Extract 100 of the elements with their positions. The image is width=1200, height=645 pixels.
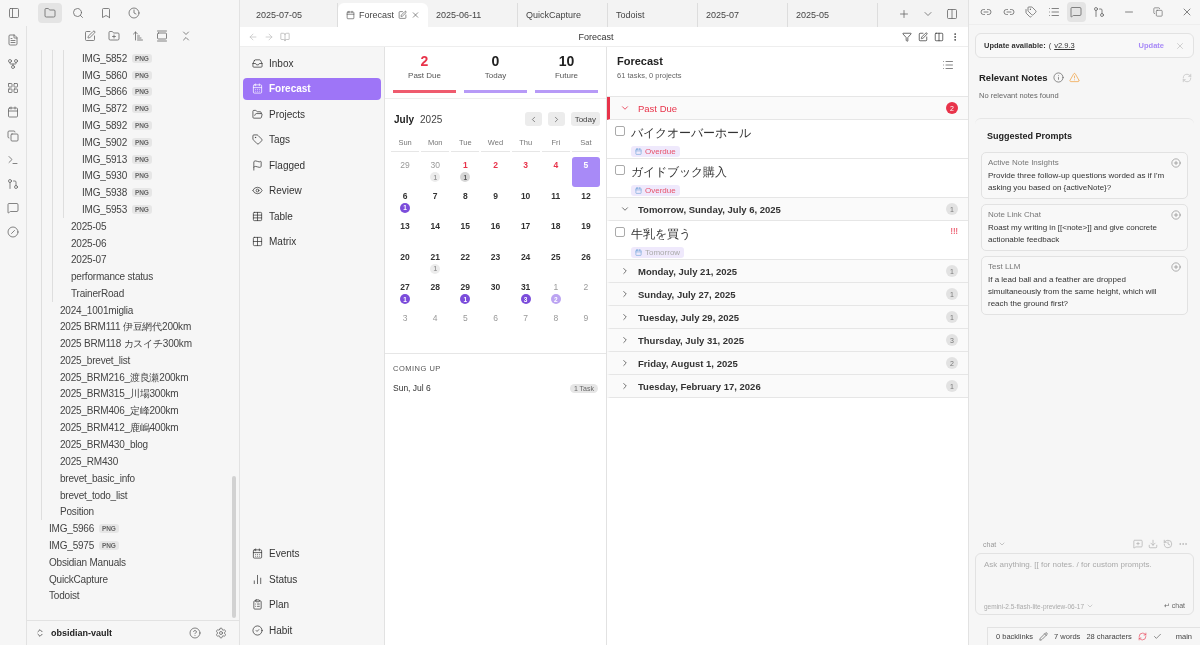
stat-card[interactable]: 10 Future (535, 53, 598, 93)
file-tree-item[interactable]: performance status (63, 268, 239, 286)
tab[interactable]: 2025-07 (698, 3, 788, 27)
stat-label: Today (484, 71, 507, 80)
file-tree-item[interactable]: brevet_todo_list (52, 486, 239, 504)
chat-tab[interactable] (1067, 2, 1086, 22)
bookmark-icon (100, 7, 112, 19)
file-tree-item[interactable]: QuickCapture (41, 570, 239, 588)
tab[interactable]: Forecast (338, 3, 428, 27)
task-title[interactable]: 牛乳を買う (631, 226, 691, 243)
calendar-day[interactable]: 9 (481, 187, 510, 218)
calendar-day[interactable]: 28 (421, 279, 450, 309)
file-tree-item[interactable]: 2025_RM430 (52, 453, 239, 470)
prompt-card[interactable]: Test LLM If a lead ball and a feather are dropped simultaneously from the same height, which will reach the ground first? (981, 256, 1188, 316)
nav-item[interactable]: Flagged (243, 154, 381, 176)
file-tree-item[interactable]: brevet_basic_info (52, 469, 239, 487)
file-tree-item[interactable]: Position (52, 503, 239, 521)
task-checkbox[interactable] (615, 227, 625, 237)
task-checkbox[interactable] (615, 165, 625, 175)
nav-item[interactable]: Status (243, 568, 381, 590)
calendar-day[interactable]: 18 (541, 218, 570, 248)
calendar-day[interactable]: 4 (541, 157, 570, 187)
nav-item[interactable]: Events (243, 542, 381, 565)
calendar-day[interactable]: 22 (451, 248, 480, 279)
nav-item[interactable]: Review (243, 179, 381, 202)
calendar-day[interactable]: 19 (571, 218, 600, 248)
nav-item[interactable]: Inbox (243, 52, 381, 74)
file-tree-item[interactable]: 2025-05 (63, 217, 239, 235)
file-tree-item[interactable]: 2025_BRM406_定峰200km (52, 402, 239, 420)
today-button[interactable]: Today (570, 112, 600, 126)
calendar-day[interactable]: 30 (481, 279, 510, 309)
calendar-day[interactable]: 3 (511, 157, 540, 187)
tab[interactable]: QuickCapture (518, 3, 608, 27)
nav-item[interactable]: Habit (243, 619, 381, 641)
inbox-icon (252, 57, 263, 69)
prompt-text: If a lead ball and a feather are dropped simultaneously from the same height, which will reach the ground first? (988, 274, 1158, 310)
add-icon (1171, 210, 1181, 221)
prompt-card[interactable]: Active Note Insights Provide three follow-up questions worded as if I'm asking you based on {activeNote}? (981, 152, 1188, 200)
panel-icon (156, 30, 168, 42)
file-tree-item[interactable]: 2024_1001miglia (52, 301, 239, 319)
coming-up-date[interactable]: Sun, Jul 6 (393, 383, 431, 393)
calendar-day[interactable]: 8 (451, 187, 480, 218)
file-tree-item[interactable]: 2025 BRM111 伊豆網代200km (52, 318, 239, 336)
forward-icon (264, 31, 274, 42)
calendar-day[interactable]: 26 (571, 248, 600, 279)
stat-card[interactable]: 2 Past Due (393, 53, 456, 93)
close-icon (411, 10, 420, 20)
folder-tab[interactable] (38, 3, 62, 23)
file-tree-item[interactable]: 2025_brevet_list (52, 352, 239, 370)
file-tree-item[interactable]: 2025-07 (63, 251, 239, 269)
calendar-day[interactable]: 13 (391, 218, 420, 248)
calendar-day[interactable]: 14 (421, 218, 450, 248)
calendar-day[interactable]: 15 (451, 218, 480, 248)
task-checkbox[interactable] (615, 126, 625, 136)
calendar-day[interactable]: 16 (481, 218, 510, 248)
prompt-card[interactable]: Note Link Chat Roast my writing in [[<note>]] and give concrete actionable feedback (981, 204, 1188, 252)
calendar-day[interactable]: 10 (511, 187, 540, 218)
task-title[interactable]: ガイドブック購入 (631, 164, 727, 181)
stat-label: Future (554, 71, 579, 80)
vault-name[interactable]: obsidian-vault (51, 628, 179, 638)
file-tree-item[interactable]: 2025 BRM118 カスイチ300km (52, 335, 239, 353)
scrollbar[interactable] (232, 476, 236, 618)
tab[interactable]: 2025-06-11 (428, 3, 518, 27)
file-tree-item[interactable]: 2025-06 (63, 234, 239, 252)
file-tree-item[interactable]: 2025_BRM216_渡良瀬200km (52, 369, 239, 386)
file-tree-item[interactable]: Obsidian Manuals (41, 553, 239, 571)
calendar-day[interactable]: 20 (391, 248, 420, 279)
prompt-text: Provide three follow-up questions worded as if I'm asking you based on {activeNote}? (988, 170, 1166, 194)
file-tree-item[interactable]: 2025_BRM412_鹿嶋400km (52, 419, 239, 437)
nav-item[interactable]: Table (243, 205, 381, 227)
pencil-icon (1039, 632, 1049, 641)
tab[interactable]: Todoist (608, 3, 698, 27)
calendar-day[interactable]: 17 (511, 218, 540, 248)
stat-card[interactable]: 0 Today (464, 53, 527, 93)
tab[interactable]: 2025-05 (788, 3, 878, 27)
calendar-day[interactable]: 7 (421, 187, 450, 218)
next-month-button[interactable] (547, 112, 565, 126)
file-tree-item[interactable]: 2025_BRM315_川場300km (52, 385, 239, 403)
settings-icon (215, 627, 227, 639)
calendar-day[interactable]: 25 (541, 248, 570, 279)
download-icon (1148, 539, 1158, 549)
calendar-day[interactable]: 12 (571, 187, 600, 218)
sidebar-icon (8, 7, 20, 19)
grid-icon (252, 236, 263, 247)
due-date-tag: Tomorrow (631, 247, 685, 258)
nav-item[interactable]: Tags (243, 128, 381, 151)
calendar-day[interactable]: 11 (541, 187, 570, 218)
file-tree-item[interactable]: Todoist (41, 587, 239, 605)
task-title[interactable]: バイクオーバーホール (631, 125, 751, 142)
calendar-day[interactable]: 2 (481, 157, 510, 187)
previous-month-button[interactable] (524, 112, 542, 126)
folder-plus-icon (108, 30, 120, 42)
nav-item[interactable]: Matrix (243, 230, 381, 253)
file-tree-item[interactable]: 2025_BRM430_blog (52, 436, 239, 454)
grid-icon (7, 82, 19, 94)
file-tree-item[interactable]: TrainerRoad (63, 285, 239, 302)
calendar-day[interactable]: 23 (481, 248, 510, 279)
calendar-day[interactable]: 24 (511, 248, 540, 279)
nav-item[interactable]: Projects (243, 103, 381, 125)
nav-item[interactable]: Plan (243, 593, 381, 616)
